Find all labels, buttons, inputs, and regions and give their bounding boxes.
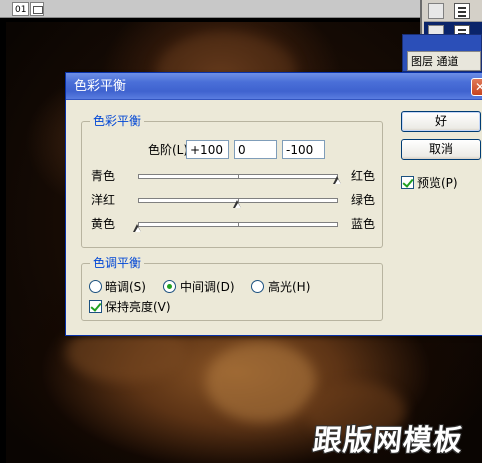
layer-visibility-icon[interactable] [428,3,444,19]
ok-button[interactable]: 好 [401,111,481,132]
shadows-radio-label[interactable]: 暗调(S) [105,280,146,294]
levels-magenta-green-input[interactable] [234,140,277,159]
slider-label-red: 红色 [351,169,376,183]
preserve-luminosity-label[interactable]: 保持亮度(V) [105,300,171,314]
tone-balance-group: 色调平衡 暗调(S) 中间调(D) 高光(H) 保持亮度(V) [81,256,383,321]
preview-checkbox[interactable] [401,176,414,189]
midtones-radio[interactable] [163,280,176,293]
yellow-blue-slider-thumb[interactable] [133,224,142,233]
preview-label[interactable]: 预览(P) [417,176,458,190]
layer-row[interactable] [424,0,482,22]
yellow-blue-slider[interactable] [138,222,338,227]
color-balance-legend: 色彩平衡 [90,114,145,128]
preserve-luminosity-checkbox[interactable] [89,300,102,313]
panel-tab-layers[interactable]: 图层 通道 [407,51,481,71]
layer-thumbnail-icon [454,3,470,19]
smoke-highlight [206,342,316,422]
dialog-titlebar[interactable]: 色彩平衡 ✕ [66,73,482,100]
slider-label-cyan: 青色 [91,169,116,183]
watermark-text: 跟版网模板 [311,423,465,457]
slider-label-yellow: 黄色 [91,217,116,231]
color-balance-group: 色彩平衡 色阶(L): 青色 红色 洋红 绿色 黄色 蓝色 [81,114,383,248]
levels-yellow-blue-input[interactable] [282,140,325,159]
document-icon[interactable] [30,2,44,16]
tone-balance-legend: 色调平衡 [90,256,145,270]
slider-label-magenta: 洋红 [91,193,116,207]
document-index-badge: 01 [12,2,30,16]
dialog-title: 色彩平衡 [74,79,127,94]
color-balance-dialog: 色彩平衡 ✕ 色彩平衡 色阶(L): 青色 红色 洋红 绿色 黄色 蓝色 色调平… [65,72,482,336]
slider-label-green: 绿色 [351,193,376,207]
cancel-button[interactable]: 取消 [401,139,481,160]
levels-cyan-red-input[interactable] [186,140,229,159]
document-titlebar: 01 [0,0,482,18]
cyan-red-slider-thumb[interactable] [333,176,342,185]
midtones-radio-label[interactable]: 中间调(D) [180,280,235,294]
close-icon[interactable]: ✕ [471,78,482,96]
panel-tab-strip: 图层 通道 [402,34,482,72]
highlights-radio[interactable] [251,280,264,293]
shadows-radio[interactable] [89,280,102,293]
highlights-radio-label[interactable]: 高光(H) [268,280,310,294]
slider-label-blue: 蓝色 [351,217,376,231]
magenta-green-slider-thumb[interactable] [233,200,242,209]
cyan-red-slider[interactable] [138,174,338,179]
